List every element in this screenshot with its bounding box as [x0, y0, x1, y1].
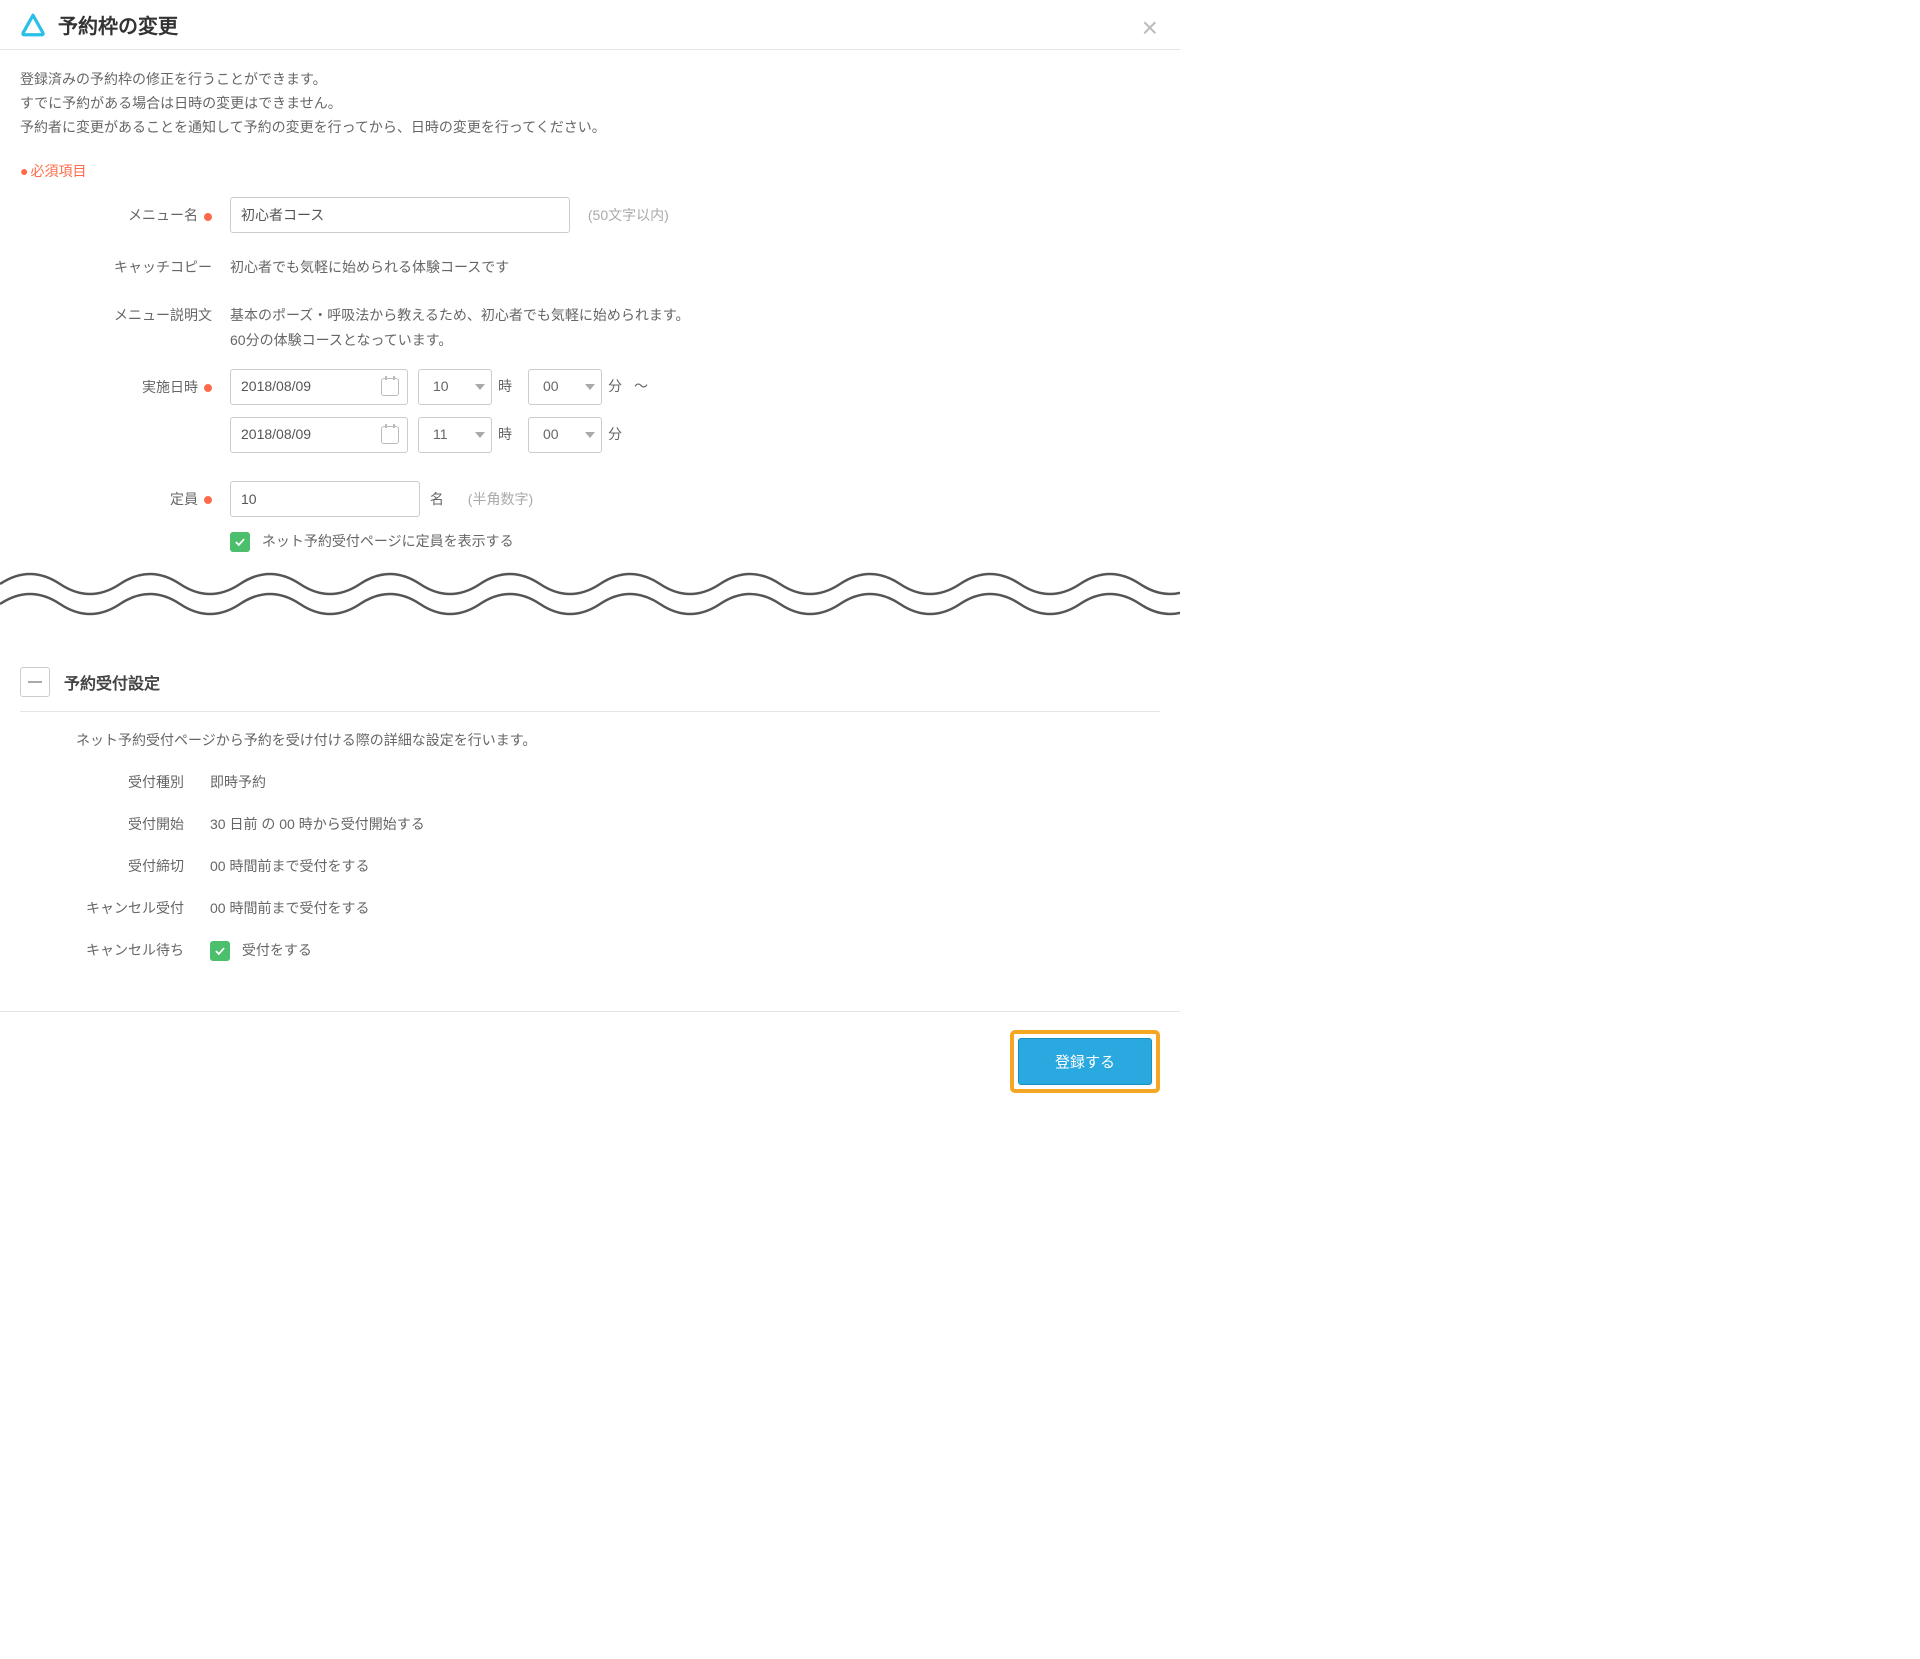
- logo-icon: [20, 12, 46, 38]
- calendar-icon: [381, 426, 399, 444]
- submit-button[interactable]: 登録する: [1018, 1038, 1152, 1085]
- row-menu-name: メニュー名 (50文字以内): [20, 197, 1160, 233]
- capacity-display-checkbox[interactable]: [230, 532, 250, 552]
- start-min-select[interactable]: 00: [528, 369, 602, 405]
- minus-icon: [28, 681, 42, 683]
- waitlist-checkbox[interactable]: [210, 941, 230, 961]
- label-description: メニュー説明文: [20, 297, 230, 325]
- required-dot: [204, 213, 212, 221]
- start-hour-select[interactable]: 10: [418, 369, 492, 405]
- capacity-checkbox-label: ネット予約受付ページに定員を表示する: [262, 533, 514, 549]
- reception-section-intro: ネット予約受付ページから予約を受け付ける際の詳細な設定を行います。: [0, 712, 1180, 750]
- required-dot: [204, 496, 212, 504]
- content-omission-divider: [0, 564, 1180, 624]
- check-icon: [233, 535, 247, 549]
- row-description: メニュー説明文 基本のポーズ・呼吸法から教えるため、初心者でも気軽に始められます…: [20, 297, 1160, 353]
- row-reception-deadline: 受付締切 00 時間前まで受付をする: [0, 856, 1180, 876]
- row-catch-copy: キャッチコピー 初心者でも気軽に始められる体験コースです: [20, 249, 1160, 280]
- content-area: 登録済みの予約枠の修正を行うことができます。 すでに予約がある場合は日時の変更は…: [0, 50, 1180, 554]
- chevron-down-icon: [585, 432, 595, 438]
- value-description: 基本のポーズ・呼吸法から教えるため、初心者でも気軽に始められます。 60分の体験…: [230, 297, 1160, 353]
- required-dot: [204, 384, 212, 392]
- datetime-end-line: 2018/08/09 11 時 00 分: [230, 417, 1160, 453]
- row-cancel-reception: キャンセル受付 00 時間前まで受付をする: [0, 898, 1180, 918]
- label-datetime: 実施日時: [20, 369, 230, 397]
- row-datetime: 実施日時 2018/08/09 10 時 00 分 ～ 201: [20, 369, 1160, 465]
- page-title: 予約枠の変更: [58, 10, 178, 39]
- chevron-down-icon: [475, 432, 485, 438]
- chevron-down-icon: [475, 384, 485, 390]
- label-catch-copy: キャッチコピー: [20, 249, 230, 277]
- value-catch-copy: 初心者でも気軽に始められる体験コースです: [230, 249, 1160, 280]
- close-icon[interactable]: ×: [1142, 12, 1158, 44]
- label-menu-name: メニュー名: [20, 197, 230, 225]
- capacity-hint: (半角数字): [468, 491, 533, 507]
- intro-line-2: すでに予約がある場合は日時の変更はできません。: [20, 92, 1160, 116]
- row-reception-start: 受付開始 30 日前 の 00 時から受付開始する: [0, 814, 1180, 834]
- end-hour-select[interactable]: 11: [418, 417, 492, 453]
- intro-line-1: 登録済みの予約枠の修正を行うことができます。: [20, 68, 1160, 92]
- row-waitlist: キャンセル待ち 受付をする: [0, 940, 1180, 961]
- menu-name-hint: (50文字以内): [588, 207, 669, 223]
- check-icon: [213, 944, 227, 958]
- label-capacity: 定員: [20, 481, 230, 509]
- capacity-input[interactable]: [230, 481, 420, 517]
- submit-highlight: 登録する: [1010, 1030, 1160, 1093]
- row-capacity: 定員 名 (半角数字) ネット予約受付ページに定員を表示する: [20, 481, 1160, 554]
- reception-section-title: 予約受付設定: [64, 670, 160, 694]
- chevron-down-icon: [585, 384, 595, 390]
- calendar-icon: [381, 378, 399, 396]
- footer: 登録する: [0, 1011, 1180, 1117]
- required-legend: 必須項目: [20, 161, 1160, 181]
- dialog-header: 予約枠の変更 ×: [0, 0, 1180, 50]
- end-date-input[interactable]: 2018/08/09: [230, 417, 408, 453]
- collapse-button[interactable]: [20, 667, 50, 697]
- reception-section-header: 予約受付設定: [0, 667, 1180, 697]
- row-reception-type: 受付種別 即時予約: [0, 772, 1180, 792]
- end-min-select[interactable]: 00: [528, 417, 602, 453]
- start-date-input[interactable]: 2018/08/09: [230, 369, 408, 405]
- datetime-start-line: 2018/08/09 10 時 00 分 ～: [230, 369, 1160, 405]
- menu-name-input[interactable]: [230, 197, 570, 233]
- intro-line-3: 予約者に変更があることを通知して予約の変更を行ってから、日時の変更を行ってくださ…: [20, 116, 1160, 140]
